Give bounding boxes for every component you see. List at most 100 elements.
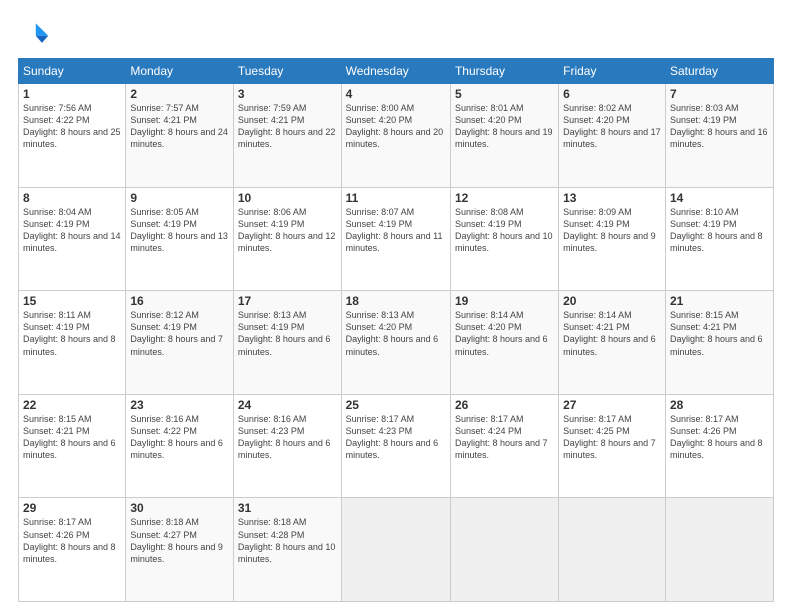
day-cell: 23 Sunrise: 8:16 AMSunset: 4:22 PMDaylig…	[126, 394, 234, 498]
day-info: Sunrise: 8:11 AMSunset: 4:19 PMDaylight:…	[23, 310, 116, 356]
day-cell: 16 Sunrise: 8:12 AMSunset: 4:19 PMDaylig…	[126, 291, 234, 395]
day-number: 2	[130, 87, 229, 101]
day-cell: 25 Sunrise: 8:17 AMSunset: 4:23 PMDaylig…	[341, 394, 450, 498]
day-cell: 19 Sunrise: 8:14 AMSunset: 4:20 PMDaylig…	[450, 291, 558, 395]
day-cell: 18 Sunrise: 8:13 AMSunset: 4:20 PMDaylig…	[341, 291, 450, 395]
day-number: 3	[238, 87, 337, 101]
day-number: 16	[130, 294, 229, 308]
day-number: 27	[563, 398, 661, 412]
day-info: Sunrise: 8:15 AMSunset: 4:21 PMDaylight:…	[23, 414, 116, 460]
day-number: 10	[238, 191, 337, 205]
day-info: Sunrise: 8:06 AMSunset: 4:19 PMDaylight:…	[238, 207, 336, 253]
day-cell: 5 Sunrise: 8:01 AMSunset: 4:20 PMDayligh…	[450, 84, 558, 188]
day-info: Sunrise: 8:17 AMSunset: 4:26 PMDaylight:…	[670, 414, 763, 460]
day-cell: 6 Sunrise: 8:02 AMSunset: 4:20 PMDayligh…	[559, 84, 666, 188]
day-cell: 24 Sunrise: 8:16 AMSunset: 4:23 PMDaylig…	[233, 394, 341, 498]
day-info: Sunrise: 7:57 AMSunset: 4:21 PMDaylight:…	[130, 103, 228, 149]
day-number: 14	[670, 191, 769, 205]
day-number: 7	[670, 87, 769, 101]
day-cell: 22 Sunrise: 8:15 AMSunset: 4:21 PMDaylig…	[19, 394, 126, 498]
day-number: 29	[23, 501, 121, 515]
day-info: Sunrise: 8:16 AMSunset: 4:22 PMDaylight:…	[130, 414, 223, 460]
day-info: Sunrise: 8:13 AMSunset: 4:20 PMDaylight:…	[346, 310, 439, 356]
day-info: Sunrise: 8:17 AMSunset: 4:26 PMDaylight:…	[23, 517, 116, 563]
day-info: Sunrise: 8:04 AMSunset: 4:19 PMDaylight:…	[23, 207, 121, 253]
weekday-header-tuesday: Tuesday	[233, 59, 341, 84]
day-info: Sunrise: 8:17 AMSunset: 4:24 PMDaylight:…	[455, 414, 548, 460]
day-number: 9	[130, 191, 229, 205]
week-row-1: 1 Sunrise: 7:56 AMSunset: 4:22 PMDayligh…	[19, 84, 774, 188]
day-number: 26	[455, 398, 554, 412]
day-cell: 12 Sunrise: 8:08 AMSunset: 4:19 PMDaylig…	[450, 187, 558, 291]
day-cell	[450, 498, 558, 602]
day-cell: 2 Sunrise: 7:57 AMSunset: 4:21 PMDayligh…	[126, 84, 234, 188]
day-number: 30	[130, 501, 229, 515]
day-info: Sunrise: 8:03 AMSunset: 4:19 PMDaylight:…	[670, 103, 768, 149]
day-info: Sunrise: 7:59 AMSunset: 4:21 PMDaylight:…	[238, 103, 336, 149]
logo-icon	[18, 18, 50, 50]
day-info: Sunrise: 8:15 AMSunset: 4:21 PMDaylight:…	[670, 310, 763, 356]
day-info: Sunrise: 7:56 AMSunset: 4:22 PMDaylight:…	[23, 103, 121, 149]
day-cell: 30 Sunrise: 8:18 AMSunset: 4:27 PMDaylig…	[126, 498, 234, 602]
day-info: Sunrise: 8:13 AMSunset: 4:19 PMDaylight:…	[238, 310, 331, 356]
day-cell: 14 Sunrise: 8:10 AMSunset: 4:19 PMDaylig…	[665, 187, 773, 291]
week-row-5: 29 Sunrise: 8:17 AMSunset: 4:26 PMDaylig…	[19, 498, 774, 602]
weekday-header-friday: Friday	[559, 59, 666, 84]
weekday-header-wednesday: Wednesday	[341, 59, 450, 84]
day-info: Sunrise: 8:10 AMSunset: 4:19 PMDaylight:…	[670, 207, 763, 253]
day-cell: 3 Sunrise: 7:59 AMSunset: 4:21 PMDayligh…	[233, 84, 341, 188]
day-cell: 4 Sunrise: 8:00 AMSunset: 4:20 PMDayligh…	[341, 84, 450, 188]
day-cell: 13 Sunrise: 8:09 AMSunset: 4:19 PMDaylig…	[559, 187, 666, 291]
day-cell: 8 Sunrise: 8:04 AMSunset: 4:19 PMDayligh…	[19, 187, 126, 291]
day-number: 1	[23, 87, 121, 101]
day-info: Sunrise: 8:08 AMSunset: 4:19 PMDaylight:…	[455, 207, 553, 253]
weekday-header-monday: Monday	[126, 59, 234, 84]
day-info: Sunrise: 8:18 AMSunset: 4:28 PMDaylight:…	[238, 517, 336, 563]
day-cell	[559, 498, 666, 602]
day-number: 6	[563, 87, 661, 101]
day-cell: 10 Sunrise: 8:06 AMSunset: 4:19 PMDaylig…	[233, 187, 341, 291]
day-cell: 29 Sunrise: 8:17 AMSunset: 4:26 PMDaylig…	[19, 498, 126, 602]
logo	[18, 18, 54, 50]
day-number: 23	[130, 398, 229, 412]
day-number: 4	[346, 87, 446, 101]
day-info: Sunrise: 8:07 AMSunset: 4:19 PMDaylight:…	[346, 207, 443, 253]
day-info: Sunrise: 8:01 AMSunset: 4:20 PMDaylight:…	[455, 103, 553, 149]
calendar-table: SundayMondayTuesdayWednesdayThursdayFrid…	[18, 58, 774, 602]
day-info: Sunrise: 8:14 AMSunset: 4:21 PMDaylight:…	[563, 310, 656, 356]
weekday-header-thursday: Thursday	[450, 59, 558, 84]
day-number: 12	[455, 191, 554, 205]
day-number: 20	[563, 294, 661, 308]
day-info: Sunrise: 8:14 AMSunset: 4:20 PMDaylight:…	[455, 310, 548, 356]
weekday-header-sunday: Sunday	[19, 59, 126, 84]
day-cell: 31 Sunrise: 8:18 AMSunset: 4:28 PMDaylig…	[233, 498, 341, 602]
day-info: Sunrise: 8:09 AMSunset: 4:19 PMDaylight:…	[563, 207, 656, 253]
day-info: Sunrise: 8:00 AMSunset: 4:20 PMDaylight:…	[346, 103, 444, 149]
day-cell: 28 Sunrise: 8:17 AMSunset: 4:26 PMDaylig…	[665, 394, 773, 498]
day-cell: 11 Sunrise: 8:07 AMSunset: 4:19 PMDaylig…	[341, 187, 450, 291]
day-number: 31	[238, 501, 337, 515]
week-row-2: 8 Sunrise: 8:04 AMSunset: 4:19 PMDayligh…	[19, 187, 774, 291]
page: SundayMondayTuesdayWednesdayThursdayFrid…	[0, 0, 792, 612]
day-number: 25	[346, 398, 446, 412]
day-number: 19	[455, 294, 554, 308]
day-number: 24	[238, 398, 337, 412]
day-cell: 7 Sunrise: 8:03 AMSunset: 4:19 PMDayligh…	[665, 84, 773, 188]
day-cell: 1 Sunrise: 7:56 AMSunset: 4:22 PMDayligh…	[19, 84, 126, 188]
day-cell: 9 Sunrise: 8:05 AMSunset: 4:19 PMDayligh…	[126, 187, 234, 291]
weekday-header-row: SundayMondayTuesdayWednesdayThursdayFrid…	[19, 59, 774, 84]
day-number: 15	[23, 294, 121, 308]
day-number: 21	[670, 294, 769, 308]
day-info: Sunrise: 8:16 AMSunset: 4:23 PMDaylight:…	[238, 414, 331, 460]
day-info: Sunrise: 8:05 AMSunset: 4:19 PMDaylight:…	[130, 207, 228, 253]
day-cell	[341, 498, 450, 602]
day-cell: 17 Sunrise: 8:13 AMSunset: 4:19 PMDaylig…	[233, 291, 341, 395]
day-info: Sunrise: 8:18 AMSunset: 4:27 PMDaylight:…	[130, 517, 223, 563]
day-number: 22	[23, 398, 121, 412]
day-number: 18	[346, 294, 446, 308]
day-info: Sunrise: 8:12 AMSunset: 4:19 PMDaylight:…	[130, 310, 223, 356]
day-info: Sunrise: 8:17 AMSunset: 4:23 PMDaylight:…	[346, 414, 439, 460]
week-row-3: 15 Sunrise: 8:11 AMSunset: 4:19 PMDaylig…	[19, 291, 774, 395]
week-row-4: 22 Sunrise: 8:15 AMSunset: 4:21 PMDaylig…	[19, 394, 774, 498]
day-info: Sunrise: 8:17 AMSunset: 4:25 PMDaylight:…	[563, 414, 656, 460]
